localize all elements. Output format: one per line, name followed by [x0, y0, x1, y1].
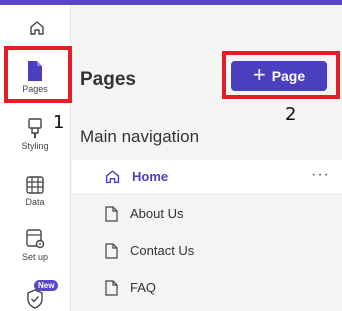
nav-item-about-us[interactable]: About Us	[72, 197, 342, 230]
shield-check-icon	[27, 289, 43, 309]
nav-item-faq[interactable]: FAQ	[72, 271, 342, 304]
rail-label-data: Data	[25, 197, 45, 207]
more-options-icon[interactable]: ···	[311, 166, 330, 184]
nav-label: FAQ	[130, 280, 157, 295]
rail-label-styling: Styling	[21, 141, 49, 151]
nav-item-home[interactable]: Home ···	[72, 160, 342, 193]
page-icon	[105, 205, 118, 222]
rail-item-setup[interactable]: Set up	[0, 228, 70, 262]
annotation-box-pages	[4, 46, 72, 103]
nav-label: Contact Us	[130, 243, 195, 258]
nav-item-contact-us[interactable]: Contact Us	[72, 234, 342, 267]
annotation-number-1: 1	[53, 112, 65, 133]
annotation-box-add-page	[222, 51, 340, 99]
nav-label: Home	[132, 169, 169, 184]
nav-label: About Us	[130, 206, 184, 221]
table-icon	[26, 176, 44, 194]
home-icon	[105, 170, 120, 184]
paintbrush-icon	[28, 118, 42, 138]
new-badge: New	[34, 280, 59, 291]
settings-page-icon	[26, 229, 45, 249]
rail-item-security[interactable]	[0, 288, 70, 310]
home-icon[interactable]	[28, 19, 46, 37]
rail-item-data[interactable]: Data	[0, 175, 70, 207]
page-title: Pages	[80, 69, 136, 90]
page-icon	[105, 242, 118, 259]
section-title: Main navigation	[80, 127, 200, 146]
annotation-number-2: 2	[285, 104, 297, 125]
rail-label-setup: Set up	[21, 252, 49, 262]
page-icon	[105, 279, 118, 296]
